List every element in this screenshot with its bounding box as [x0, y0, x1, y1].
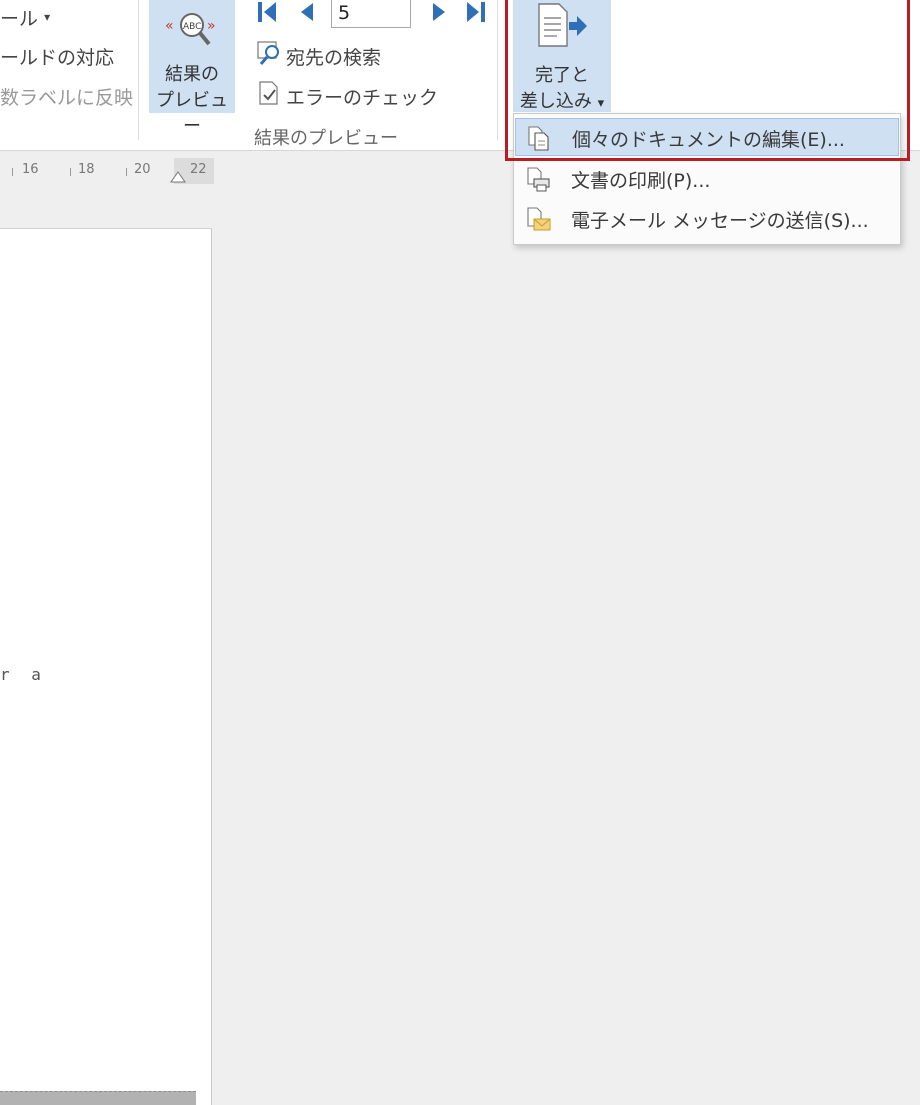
preview-group-label: 結果のプレビュー — [254, 128, 398, 149]
send-email-icon — [527, 207, 551, 231]
dropdown-arrow-icon: ▾ — [597, 96, 605, 111]
svg-text:ABC: ABC — [183, 22, 201, 32]
rules-label: ール — [0, 8, 39, 30]
document-page[interactable]: r a — [0, 228, 212, 1105]
check-errors-button[interactable]: エラーのチェック — [286, 83, 438, 110]
group-divider — [497, 0, 498, 140]
preview-label-line2: プレビュー — [156, 90, 228, 137]
finish-label-line2: 差し込み ▾ — [513, 87, 611, 113]
horizontal-ruler: 16 18 20 22 — [0, 158, 216, 184]
preview-label-line1: 結果の — [165, 64, 219, 85]
menu-item-print-documents[interactable]: 文書の印刷(P)... — [515, 160, 899, 198]
finish-label-text: 差し込み — [519, 91, 592, 112]
finish-merge-menu: 個々のドキュメントの編集(E)... 文書の印刷(P)... 電子メール メッセ… — [513, 113, 901, 245]
next-record-icon[interactable] — [428, 0, 452, 26]
ruler-tick — [12, 168, 13, 176]
svg-text:»: » — [207, 18, 216, 34]
preview-results-button[interactable]: « ABC » 結果の プレビュー — [149, 0, 235, 137]
svg-text:«: « — [165, 18, 174, 34]
edit-documents-icon — [528, 126, 549, 151]
first-record-icon[interactable] — [256, 0, 280, 26]
menu-item-send-email-messages[interactable]: 電子メール メッセージの送信(S)... — [515, 200, 899, 238]
page-bottom-edge — [0, 1091, 196, 1105]
print-documents-icon — [527, 167, 550, 192]
dropdown-arrow-icon: ▾ — [44, 10, 51, 24]
ruler-tick — [70, 168, 71, 176]
finish-merge-icon — [538, 3, 587, 47]
menu-item-label: 文書の印刷(P)... — [571, 170, 711, 192]
menu-item-label: 電子メール メッセージの送信(S)... — [571, 210, 869, 232]
menu-item-label: 個々のドキュメントの編集(E)... — [572, 129, 845, 151]
ruler-label: 20 — [134, 162, 151, 177]
group-divider — [138, 0, 139, 140]
rules-button[interactable]: ール ▾ — [0, 4, 50, 31]
find-recipient-icon — [257, 41, 279, 65]
preview-abc-icon: « ABC » — [165, 13, 216, 46]
finish-and-merge-button[interactable]: 完了と 差し込み ▾ — [513, 0, 611, 112]
record-number-input[interactable] — [331, 0, 411, 28]
menu-item-edit-individual-documents[interactable]: 個々のドキュメントの編集(E)... — [515, 118, 899, 156]
right-indent-marker-icon[interactable] — [170, 170, 186, 184]
update-labels-button[interactable]: 数ラベルに反映 — [0, 83, 133, 110]
previous-record-icon[interactable] — [295, 0, 319, 26]
ruler-label: 22 — [190, 162, 207, 177]
check-errors-icon — [259, 81, 278, 105]
document-text: r a — [0, 665, 47, 684]
find-recipient-button[interactable]: 宛先の検索 — [286, 43, 381, 70]
ruler-label: 16 — [22, 162, 39, 177]
ruler-tick — [126, 168, 127, 176]
match-fields-button[interactable]: ールドの対応 — [0, 43, 114, 70]
last-record-icon[interactable] — [464, 0, 488, 26]
ruler-label: 18 — [78, 162, 95, 177]
finish-label-line1: 完了と — [535, 65, 589, 86]
